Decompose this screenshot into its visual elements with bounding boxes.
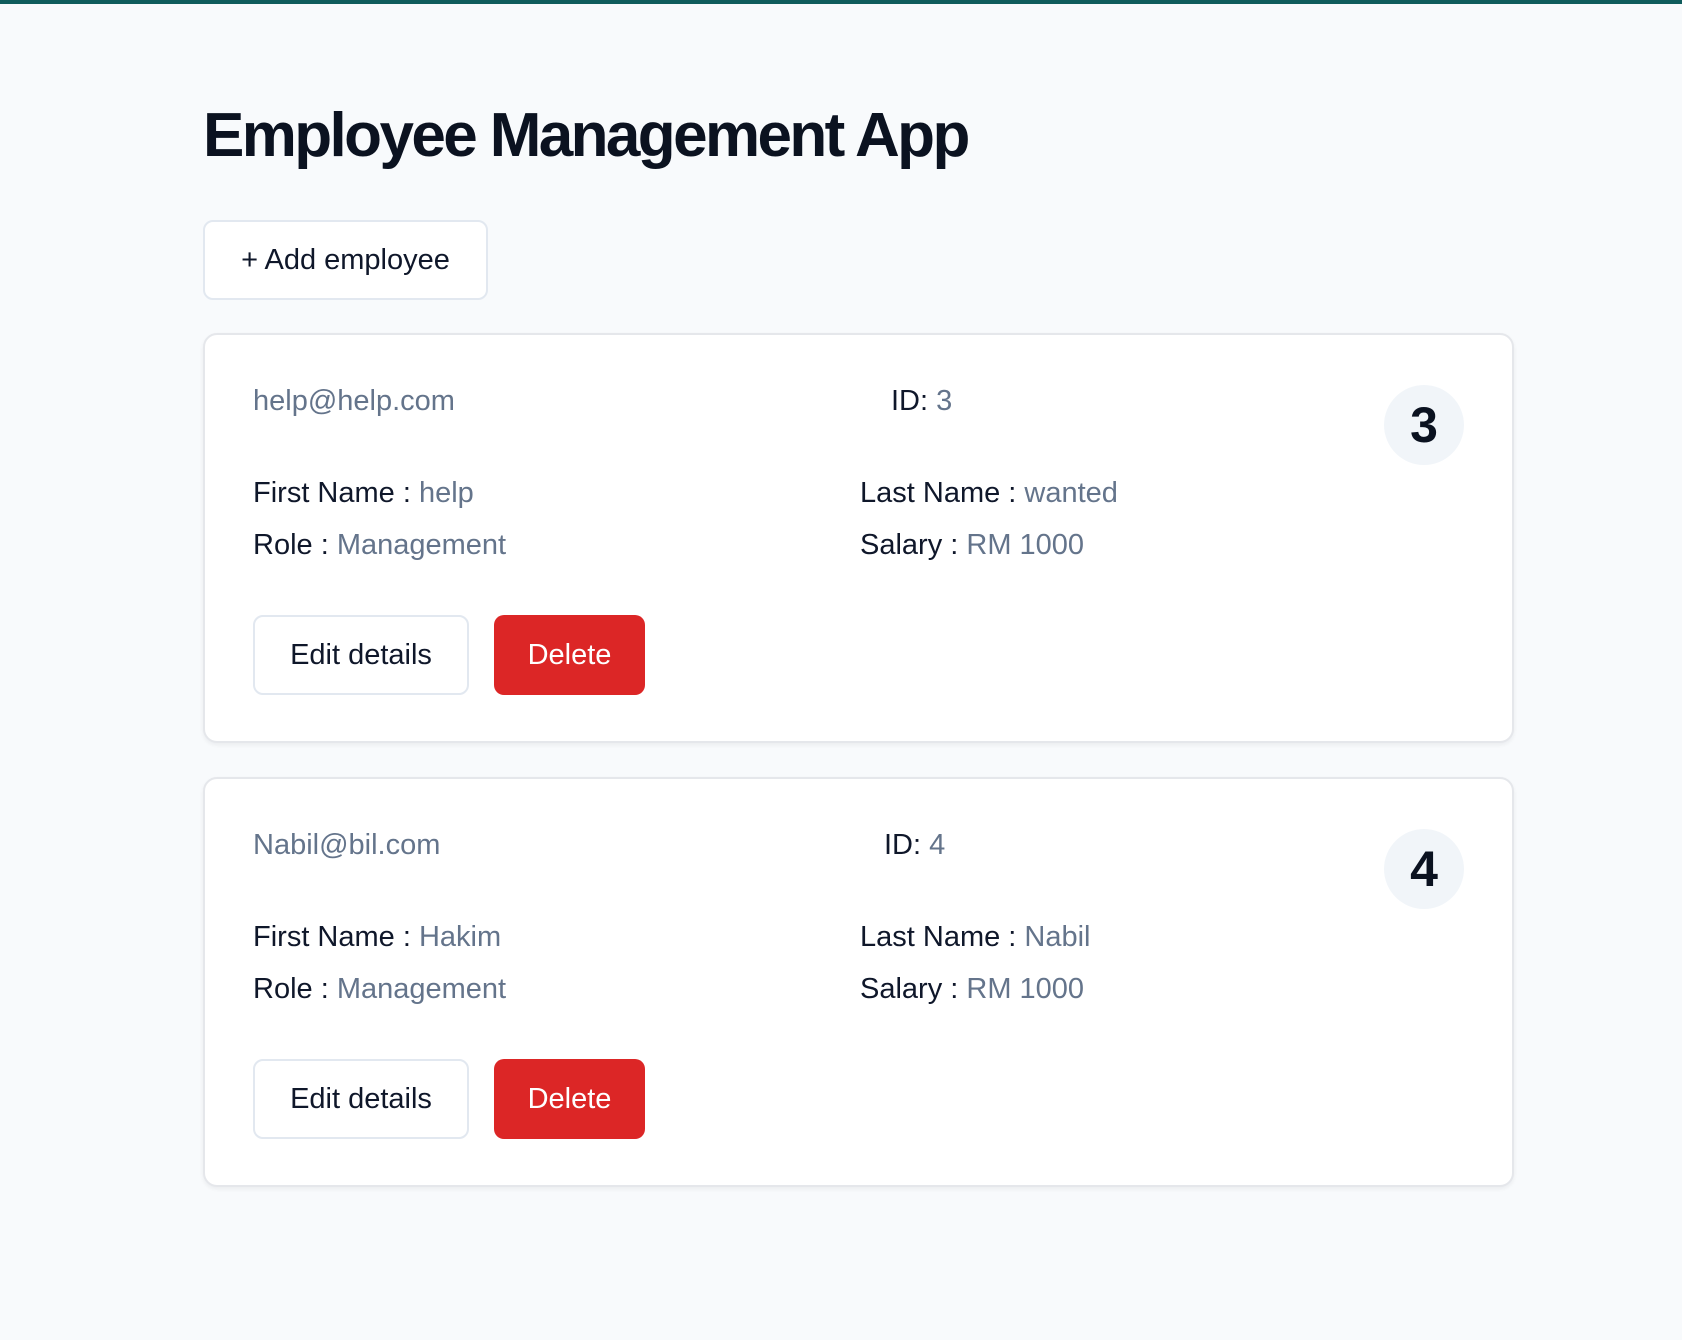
employee-id-badge: 4 xyxy=(1384,829,1464,909)
top-accent-bar xyxy=(0,0,1682,4)
employee-id: ID: 4 xyxy=(884,829,945,862)
delete-button[interactable]: Delete xyxy=(494,1059,645,1139)
edit-details-button[interactable]: Edit details xyxy=(253,1059,469,1139)
employee-card: help@help.com ID: 3 3 First Name : help … xyxy=(203,333,1514,743)
id-label: ID: xyxy=(891,385,929,417)
role-label: Role : xyxy=(253,973,329,1005)
salary-label: Salary : xyxy=(860,973,959,1005)
salary-field: Salary : RM 1000 xyxy=(860,973,1084,1006)
add-employee-button[interactable]: + Add employee xyxy=(203,220,488,300)
id-value: 4 xyxy=(929,829,946,861)
first-name-label: First Name : xyxy=(253,921,411,953)
last-name-field: Last Name : Nabil xyxy=(860,921,1091,954)
employee-id-badge: 3 xyxy=(1384,385,1464,465)
employee-card: Nabil@bil.com ID: 4 4 First Name : Hakim… xyxy=(203,777,1514,1187)
salary-label: Salary : xyxy=(860,529,959,561)
role-value: Management xyxy=(336,973,507,1005)
salary-field: Salary : RM 1000 xyxy=(860,529,1084,562)
salary-value: RM 1000 xyxy=(966,973,1085,1005)
role-label: Role : xyxy=(253,529,329,561)
last-name-label: Last Name : xyxy=(860,921,1017,953)
role-field: Role : Management xyxy=(253,973,506,1006)
employee-email: Nabil@bil.com xyxy=(253,829,441,861)
last-name-value: wanted xyxy=(1024,477,1118,509)
role-value: Management xyxy=(336,529,507,561)
first-name-field: First Name : Hakim xyxy=(253,921,501,954)
delete-button[interactable]: Delete xyxy=(494,615,645,695)
first-name-field: First Name : help xyxy=(253,477,474,510)
employee-id: ID: 3 xyxy=(891,385,952,418)
first-name-value: Hakim xyxy=(418,921,502,953)
id-label: ID: xyxy=(884,829,922,861)
employee-email: help@help.com xyxy=(253,385,455,417)
role-field: Role : Management xyxy=(253,529,506,562)
page-title: Employee Management App xyxy=(203,101,970,170)
first-name-value: help xyxy=(418,477,474,509)
edit-details-button[interactable]: Edit details xyxy=(253,615,469,695)
first-name-label: First Name : xyxy=(253,477,411,509)
last-name-label: Last Name : xyxy=(860,477,1017,509)
salary-value: RM 1000 xyxy=(966,529,1085,561)
id-value: 3 xyxy=(936,385,953,417)
last-name-field: Last Name : wanted xyxy=(860,477,1118,510)
last-name-value: Nabil xyxy=(1024,921,1091,953)
